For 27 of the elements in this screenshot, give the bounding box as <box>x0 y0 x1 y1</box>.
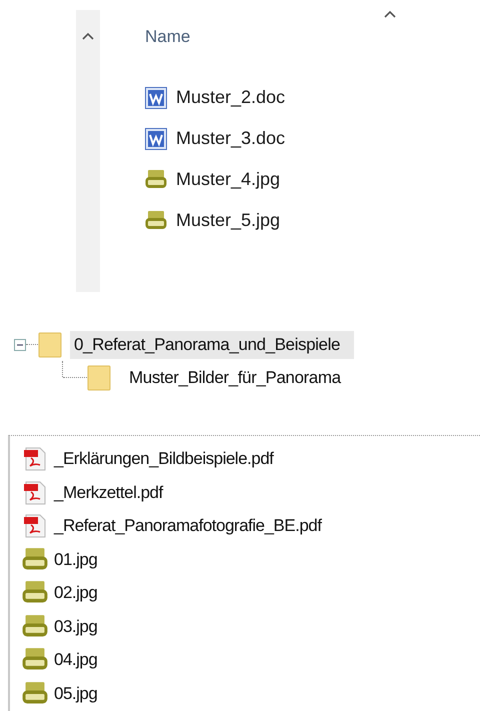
folder-icon <box>87 364 111 391</box>
sort-icon[interactable] <box>384 10 396 18</box>
file-name[interactable]: 03.jpg <box>54 616 98 637</box>
folder-name[interactable]: Muster_Bilder_für_Panorama <box>125 364 355 392</box>
image-file-icon <box>145 168 167 190</box>
file-name[interactable]: Muster_5.jpg <box>176 210 280 231</box>
document-icon <box>145 128 167 150</box>
file-name[interactable]: _Referat_Panoramafotografie_BE.pdf <box>54 516 322 536</box>
file-name[interactable]: 02.jpg <box>54 583 98 604</box>
collapse-icon[interactable] <box>14 338 26 351</box>
scroll-up-icon[interactable] <box>82 32 94 40</box>
pdf-file-icon <box>22 480 48 506</box>
file-name[interactable]: _Erklärungen_Bildbeispiele.pdf <box>54 449 274 470</box>
file-name[interactable]: 01.jpg <box>54 550 98 570</box>
document-icon <box>145 86 167 108</box>
column-header[interactable]: Name <box>145 27 190 47</box>
file-name[interactable]: Muster_4.jpg <box>176 169 280 190</box>
folder-icon <box>38 332 62 358</box>
file-name[interactable]: _Merkzettel.pdf <box>54 482 163 503</box>
file-name[interactable]: Muster_2.doc <box>176 87 286 108</box>
folder-name[interactable]: 0_Referat_Panorama_und_Beispiele <box>70 330 354 359</box>
pdf-file-icon <box>22 513 48 540</box>
image-file-icon <box>145 210 167 232</box>
file-name[interactable]: 04.jpg <box>54 650 98 670</box>
pdf-file-icon <box>22 446 48 472</box>
file-name[interactable]: Muster_3.doc <box>176 128 286 149</box>
file-name[interactable]: 05.jpg <box>54 684 98 704</box>
